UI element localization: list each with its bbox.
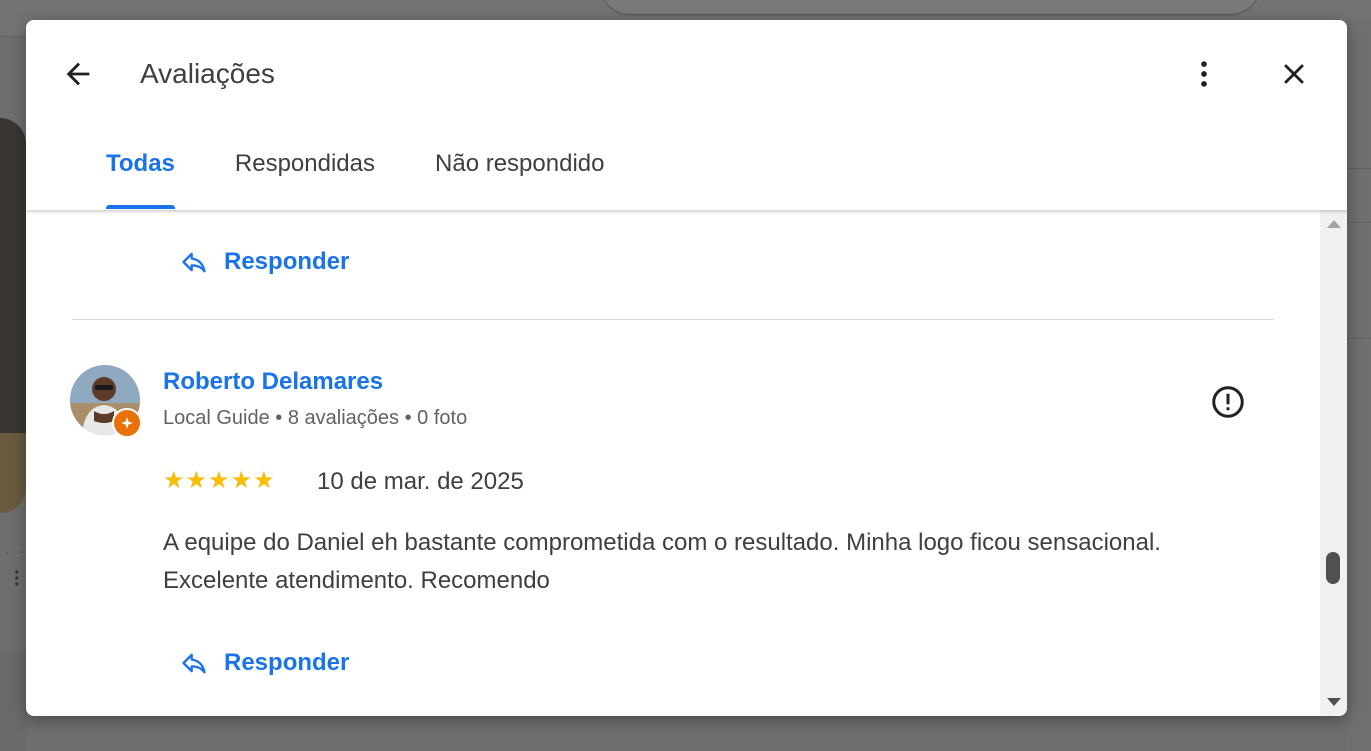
tab-label: Respondidas (234, 150, 376, 177)
review-text: A equipe do Daniel eh bastante compromet… (163, 529, 1161, 594)
background-ellipsis: · · (5, 543, 28, 559)
scroll-up-arrow-icon[interactable] (1327, 220, 1341, 228)
reviews-dialog: Avaliações Todas Respondidas Não respond… (26, 20, 1347, 716)
arrow-back-icon (61, 57, 95, 96)
background-side-panel (1347, 20, 1371, 751)
close-icon (1277, 57, 1311, 96)
review-filter-tabs: Todas Respondidas Não respondido (76, 140, 634, 210)
scrollbar[interactable] (1320, 210, 1347, 716)
background-divider (1347, 168, 1371, 169)
review-divider (72, 319, 1274, 320)
dialog-header: Avaliações Todas Respondidas Não respond… (26, 20, 1347, 210)
tab-nao-respondido[interactable]: Não respondido (405, 140, 634, 210)
active-tab-indicator (106, 205, 175, 209)
reply-icon (180, 649, 208, 677)
close-button[interactable] (1270, 52, 1318, 100)
background-divider (1347, 222, 1371, 223)
more-options-button[interactable] (1180, 52, 1228, 100)
background-photo (0, 118, 26, 513)
dialog-title: Avaliações (140, 58, 275, 89)
tab-label: Todas (106, 150, 175, 177)
reply-button[interactable]: Responder (180, 649, 349, 677)
tab-respondidas[interactable]: Respondidas (205, 140, 405, 210)
background-search-bar (600, 0, 1260, 14)
scroll-down-arrow-icon[interactable] (1327, 698, 1341, 706)
tab-todas[interactable]: Todas (76, 140, 205, 210)
scrollbar-thumb[interactable] (1326, 552, 1340, 584)
background-panel (0, 650, 26, 751)
review-date: 10 de mar. de 2025 (317, 468, 524, 495)
tab-label: Não respondido (435, 150, 605, 177)
reply-icon (180, 248, 208, 276)
report-icon (1210, 384, 1246, 425)
reviews-list: Responder Roberto Delamares Local Guide … (26, 210, 1320, 716)
reply-label: Responder (224, 649, 350, 676)
reviewer-name[interactable]: Roberto Delamares (163, 368, 383, 396)
star-rating: ★★★★★ (163, 467, 276, 494)
reply-label: Responder (224, 248, 350, 275)
background-divider (1347, 338, 1371, 339)
reply-button[interactable]: Responder (180, 248, 349, 276)
report-review-button[interactable] (1206, 382, 1250, 426)
background-more-icon: · · · (14, 562, 21, 596)
reviewer-meta: Local Guide • 8 avaliações • 0 foto (163, 407, 468, 429)
more-vert-icon (1187, 57, 1221, 96)
local-guide-badge-icon (112, 408, 142, 438)
back-button[interactable] (54, 52, 102, 100)
